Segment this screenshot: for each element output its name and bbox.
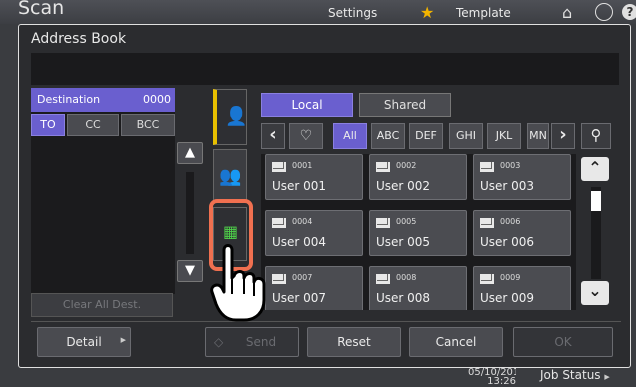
address-scrollbar: ⌃ ⌄	[581, 157, 609, 307]
tab-shared[interactable]: Shared	[359, 93, 451, 117]
chevron-up-icon[interactable]: ⌃	[581, 157, 609, 181]
entry-name: User 007	[272, 291, 327, 305]
entry-name: User 002	[376, 179, 431, 193]
scroll-track[interactable]	[186, 172, 194, 254]
star-icon: ★	[420, 3, 435, 22]
job-status-label: Job Status	[540, 368, 601, 382]
divider	[31, 321, 621, 322]
address-entry[interactable]: 0002 User 002	[369, 154, 467, 200]
job-status-button[interactable]: Job Status ▶	[540, 368, 610, 382]
entry-name: User 006	[480, 235, 535, 249]
pointing-hand-icon	[210, 244, 266, 322]
send-label: Send	[245, 335, 277, 349]
tab-group[interactable]: 👥	[213, 149, 247, 203]
filter-def[interactable]: DEF	[409, 123, 443, 149]
address-entry[interactable]: 0009 User 009	[473, 266, 571, 310]
email-icon	[480, 162, 494, 172]
destination-field[interactable]	[31, 53, 619, 85]
app-title: Scan	[18, 0, 65, 19]
entry-number: 0006	[500, 217, 521, 226]
filter-abc[interactable]: ABC	[371, 123, 405, 149]
entry-name: User 004	[272, 235, 327, 249]
address-scroll-thumb[interactable]	[591, 191, 601, 211]
entry-number: 0008	[396, 273, 417, 282]
help-icon[interactable]: ?	[622, 4, 636, 20]
ok-button[interactable]: OK	[513, 327, 613, 357]
search-icon[interactable]: ⚲	[581, 123, 611, 149]
dialog-title: Address Book	[31, 31, 127, 47]
send-button[interactable]: ◇ Send	[205, 327, 299, 357]
prev-filter-button[interactable]: ‹	[261, 123, 285, 149]
email-icon	[376, 218, 390, 228]
entry-number: 0002	[396, 161, 417, 170]
clear-all-dest-button[interactable]: Clear All Dest.	[31, 293, 173, 317]
diamond-icon: ◇	[214, 335, 224, 349]
filter-mn[interactable]: MN	[527, 123, 549, 149]
email-icon	[272, 274, 286, 284]
email-icon	[272, 162, 286, 172]
triangle-icon: ▶	[604, 373, 610, 381]
tab-individual[interactable]: 👤	[213, 89, 247, 145]
screen: Scan Settings ★ Template ⌂ ? Address Boo…	[0, 0, 636, 387]
entry-number: 0007	[292, 273, 313, 282]
favorites-heart-icon[interactable]: ♡	[289, 123, 323, 149]
scroll-down-button[interactable]: ▼	[177, 260, 203, 282]
destination-label: Destination	[37, 93, 101, 106]
entry-number: 0005	[396, 217, 417, 226]
triangle-icon: ▶	[120, 336, 126, 344]
datetime: 05/10/2018 13:26	[468, 368, 516, 387]
top-bar: Scan Settings ★ Template ⌂ ?	[0, 0, 636, 24]
email-icon	[480, 218, 494, 228]
entry-number: 0003	[500, 161, 521, 170]
address-entry[interactable]: 0001 User 001	[265, 154, 363, 200]
address-book-dialog: Address Book Destination 0000 TO CC BCC …	[18, 24, 631, 368]
entry-number: 0001	[292, 161, 313, 170]
filter-jkl[interactable]: JKL	[487, 123, 521, 149]
destination-scrollbar: ▲ ▼	[177, 142, 203, 292]
address-entry[interactable]: 0005 User 005	[369, 210, 467, 256]
email-icon	[376, 162, 390, 172]
chevron-down-icon[interactable]: ⌄	[581, 281, 609, 305]
tab-cc[interactable]: CC	[67, 114, 119, 136]
detail-button[interactable]: Detail ▶	[37, 327, 131, 357]
person-icon: 👤	[225, 106, 248, 127]
destination-tabs: TO CC BCC	[31, 114, 175, 136]
next-filter-button[interactable]: ›	[551, 123, 575, 149]
group-icon: 👥	[219, 166, 242, 187]
address-entry[interactable]: 0008 User 008	[369, 266, 467, 310]
tab-bcc[interactable]: BCC	[121, 114, 175, 136]
entry-name: User 005	[376, 235, 431, 249]
reset-button[interactable]: Reset	[307, 327, 401, 357]
settings-button[interactable]: Settings	[328, 0, 377, 24]
address-entry[interactable]: 0003 User 003	[473, 154, 571, 200]
filter-all[interactable]: All	[333, 123, 367, 149]
address-grid: 0001 User 001 0002 User 002 0003 User 00…	[261, 154, 576, 310]
email-icon	[376, 274, 390, 284]
address-entry[interactable]: 0004 User 004	[265, 210, 363, 256]
time-text: 13:26	[487, 376, 516, 387]
entry-number: 0004	[292, 217, 313, 226]
entry-number: 0009	[500, 273, 521, 282]
destination-header: Destination 0000	[31, 88, 175, 112]
address-entry[interactable]: 0007 User 007	[265, 266, 363, 310]
globe-icon[interactable]	[595, 3, 613, 21]
entry-name: User 008	[376, 291, 431, 305]
filter-ghi[interactable]: GHI	[449, 123, 483, 149]
address-entry[interactable]: 0006 User 006	[473, 210, 571, 256]
tab-local[interactable]: Local	[261, 93, 353, 117]
tab-to[interactable]: TO	[31, 114, 65, 136]
entry-name: User 003	[480, 179, 535, 193]
destination-panel: Destination 0000 TO CC BCC	[31, 88, 175, 294]
email-icon	[480, 274, 494, 284]
entry-name: User 001	[272, 179, 327, 193]
detail-label: Detail	[66, 335, 102, 349]
entry-name: User 009	[480, 291, 535, 305]
scroll-up-button[interactable]: ▲	[177, 142, 203, 164]
email-icon	[272, 218, 286, 228]
template-button[interactable]: Template	[456, 0, 511, 24]
home-icon[interactable]: ⌂	[562, 3, 580, 22]
cancel-button[interactable]: Cancel	[409, 327, 503, 357]
destination-count: 0000	[143, 93, 171, 106]
